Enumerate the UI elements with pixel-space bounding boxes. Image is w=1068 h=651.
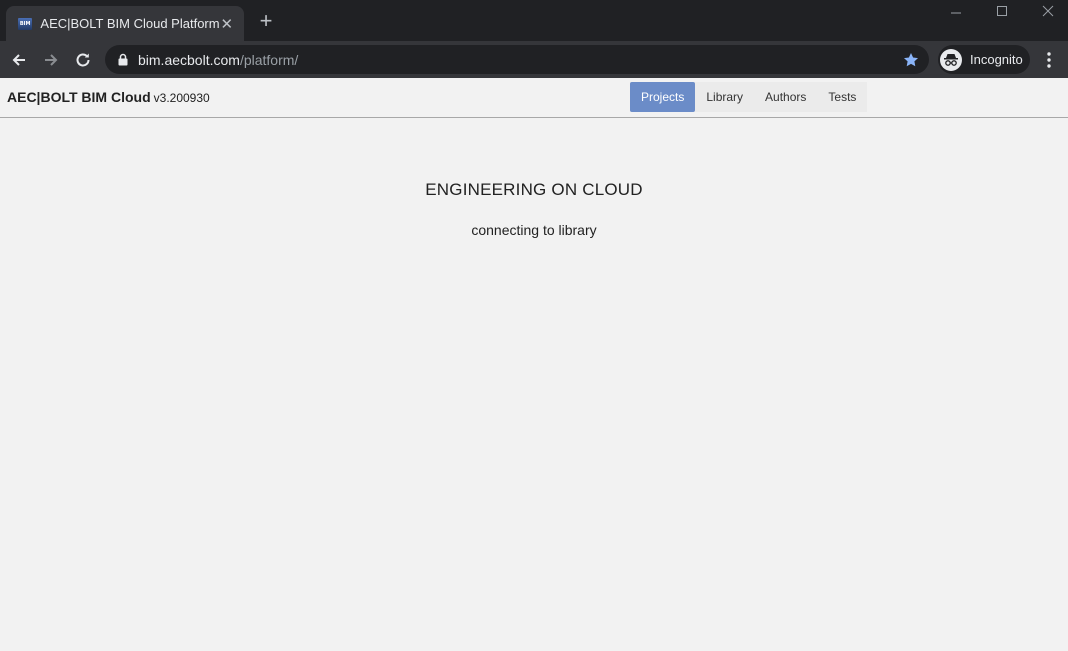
url-host: bim.aecbolt.com (138, 51, 240, 68)
app-brand[interactable]: AEC|BOLT BIM Cloud v3.200930 (7, 89, 210, 105)
browser-toolbar: bim.aecbolt.com/platform/ Incognito (0, 41, 1068, 78)
app-name: AEC|BOLT BIM Cloud (7, 89, 151, 105)
maximize-icon[interactable] (982, 4, 1022, 24)
app-header: AEC|BOLT BIM Cloud v3.200930 Projects Lib… (0, 78, 1068, 118)
back-arrow-icon[interactable] (8, 49, 30, 71)
nav-authors[interactable]: Authors (754, 82, 817, 112)
lock-icon (118, 53, 128, 66)
minimize-icon[interactable] (936, 4, 976, 24)
page-heading: ENGINEERING ON CLOUD (425, 180, 643, 199)
browser-tab-strip: BIM AEC|BOLT BIM Cloud Platform ✕ + (0, 0, 1068, 41)
app-version: v3.200930 (153, 91, 210, 105)
incognito-badge[interactable]: Incognito (938, 45, 1030, 74)
nav-tests[interactable]: Tests (817, 82, 867, 112)
browser-tab[interactable]: BIM AEC|BOLT BIM Cloud Platform ✕ (6, 6, 244, 41)
forward-arrow-icon[interactable] (40, 49, 62, 71)
nav-library[interactable]: Library (695, 82, 754, 112)
address-bar[interactable]: bim.aecbolt.com/platform/ (105, 45, 929, 74)
tab-close-icon[interactable]: ✕ (220, 15, 234, 33)
reload-icon[interactable] (72, 49, 94, 71)
loading-status: connecting to library (471, 222, 597, 238)
incognito-label: Incognito (970, 52, 1023, 67)
bookmark-star-icon[interactable] (903, 52, 919, 68)
incognito-icon (940, 48, 962, 71)
browser-menu-icon[interactable] (1040, 49, 1058, 71)
url-text: bim.aecbolt.com/platform/ (138, 52, 903, 68)
tab-title: AEC|BOLT BIM Cloud Platform (40, 16, 220, 31)
main-nav: Projects Library Authors Tests (630, 82, 868, 112)
url-path: /platform/ (239, 51, 299, 68)
site-favicon-icon: BIM (18, 17, 33, 30)
nav-projects[interactable]: Projects (630, 82, 696, 112)
window-close-icon[interactable] (1028, 4, 1068, 24)
new-tab-plus-icon[interactable]: + (256, 10, 276, 32)
